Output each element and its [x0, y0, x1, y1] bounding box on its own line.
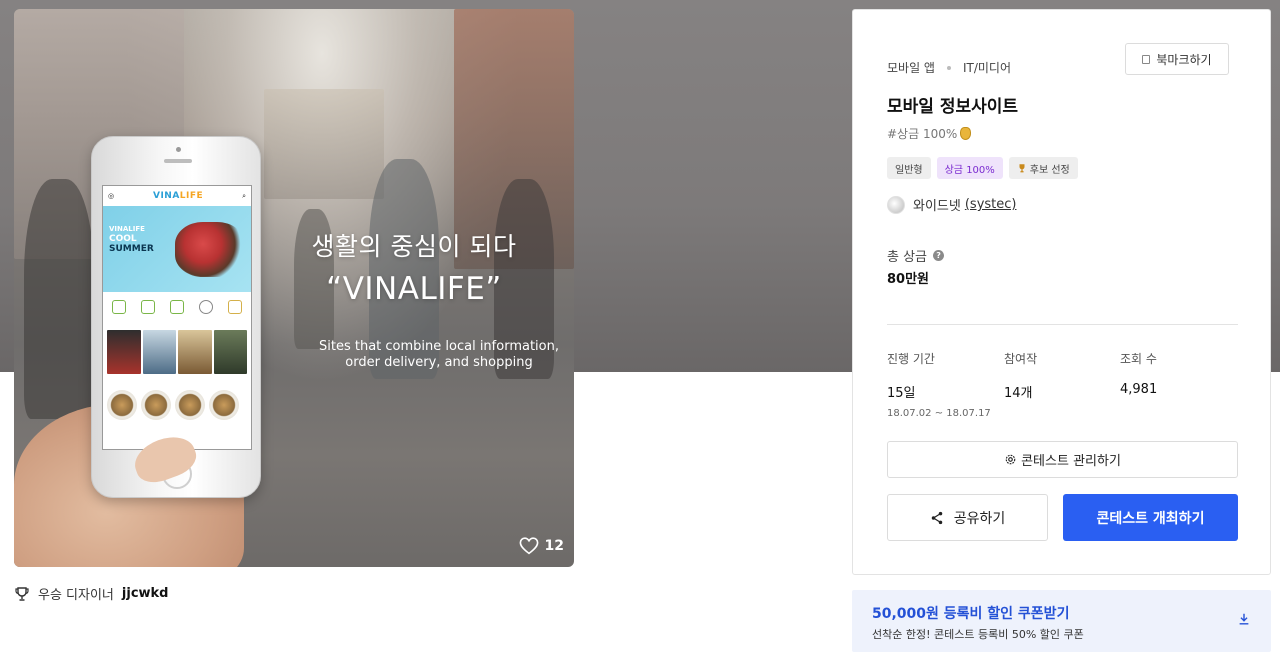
like-counter[interactable]: 12: [519, 537, 564, 555]
app-logo: VINALIFE: [153, 191, 203, 201]
phone-camera: [176, 147, 181, 152]
winner-row: 우승 디자이너 jjcwkd: [14, 584, 169, 603]
manage-contest-button[interactable]: 콘테스트 관리하기: [887, 441, 1238, 478]
divider: [887, 324, 1238, 325]
gear-icon: [1005, 454, 1016, 465]
separator-dot: [946, 65, 951, 70]
app-menu-icon: ◎: [108, 192, 115, 200]
app-category-icon: [198, 300, 213, 314]
bg-person: [24, 179, 94, 419]
share-icon: [931, 511, 942, 524]
prize-value: 80만원: [887, 272, 930, 287]
coupon-banner[interactable]: 50,000원 등록비 할인 쿠폰받기 선착순 한정! 콘테스트 등록비 50%…: [852, 590, 1271, 652]
stat-entries-label: 참여작: [1004, 352, 1038, 366]
host-contest-label: 콘테스트 개최하기: [1096, 510, 1205, 527]
tag-prize: 상금 100%: [936, 157, 1003, 179]
phone-speaker: [164, 159, 192, 163]
hashtag: #상금 100%: [887, 125, 972, 142]
contest-title: 모바일 정보사이트: [887, 97, 1019, 117]
app-poster: [142, 330, 176, 374]
tag-type: 일반형: [887, 157, 931, 179]
app-posters: [103, 330, 251, 374]
hero-caption: Sites that combine local information, or…: [319, 339, 559, 370]
app-plate: [141, 390, 171, 420]
app-search-icon: ⌕: [242, 191, 246, 200]
stat-period-value: 15일: [887, 386, 916, 401]
contest-image[interactable]: 생활의 중심이 되다 “VINALIFE” Sites that combine…: [14, 9, 574, 567]
stat-views-value: 4,981: [1120, 382, 1158, 397]
app-logo-main: VINA: [152, 191, 180, 201]
contest-tags: 일반형 상금 100% 후보 선정: [887, 157, 1078, 179]
app-section-label: [103, 316, 251, 330]
host-contest-button[interactable]: 콘테스트 개최하기: [1063, 494, 1238, 541]
stat-period: 진행 기간 15일 18.07.02 ~ 18.07.17: [887, 350, 991, 419]
share-label: 공유하기: [953, 510, 1006, 527]
bookmark-button[interactable]: 북마크하기: [1125, 43, 1229, 75]
phone-screen: ◎ VINALIFE ⌕ VINALIFE COOL SUMMER: [102, 185, 252, 450]
app-category-icon: [112, 300, 127, 314]
stat-views-label: 조회 수: [1120, 352, 1157, 366]
app-category-icon: [169, 300, 184, 314]
app-food-plates: [103, 388, 251, 422]
manage-contest-label: 콘테스트 관리하기: [1021, 454, 1121, 469]
host-name: 와이드넷: [913, 199, 961, 214]
moneybag-icon: [960, 127, 972, 140]
category-primary[interactable]: 모바일 앱: [887, 59, 935, 76]
stat-period-range: 18.07.02 ~ 18.07.17: [887, 408, 991, 419]
stat-entries-value: 14개: [1004, 386, 1033, 401]
prize-label: 총 상금: [887, 250, 928, 265]
host-id[interactable]: (systec): [965, 197, 1017, 212]
heart-icon: [519, 537, 538, 555]
prize-label-row: 총 상금 ?: [887, 246, 945, 265]
stat-views: 조회 수 4,981: [1120, 350, 1157, 397]
tag-candidate-label: 후보 선정: [1029, 164, 1070, 176]
help-icon[interactable]: ?: [933, 250, 945, 261]
winner-name[interactable]: jjcwkd: [122, 586, 169, 601]
contest-info-panel: 모바일 앱 IT/미디어 북마크하기 모바일 정보사이트 #상금 100% 일반…: [852, 9, 1271, 575]
app-category-icon: [227, 300, 242, 314]
app-category-icons: [103, 292, 251, 316]
app-section-label: [103, 374, 251, 388]
app-plate: [209, 390, 239, 420]
app-plate: [107, 390, 137, 420]
app-poster: [107, 330, 141, 374]
share-button[interactable]: 공유하기: [887, 494, 1048, 541]
app-banner: VINALIFE COOL SUMMER: [103, 206, 251, 292]
category-breadcrumb: 모바일 앱 IT/미디어: [887, 59, 1011, 76]
trophy-icon: [15, 586, 29, 601]
hero-title: 생활의 중심이 되다: [311, 232, 517, 261]
app-category-icon: [141, 300, 156, 314]
app-header: ◎ VINALIFE ⌕: [103, 186, 251, 206]
like-count: 12: [544, 538, 564, 554]
host-avatar: [887, 195, 905, 214]
host-info[interactable]: 와이드넷 (systec): [887, 195, 1016, 214]
app-poster: [213, 330, 247, 374]
stat-period-label: 진행 기간: [887, 352, 935, 366]
bookmark-label: 북마크하기: [1156, 52, 1212, 67]
winner-label: 우승 디자이너: [38, 588, 114, 603]
trophy-icon: [1019, 164, 1025, 173]
hashtag-text: #상금 100%: [887, 127, 958, 141]
tag-candidate: 후보 선정: [1008, 157, 1078, 179]
bg-building-mid: [264, 89, 384, 199]
download-icon[interactable]: [1237, 612, 1251, 626]
bookmark-icon: [1142, 54, 1151, 64]
stat-entries: 참여작 14개: [1004, 350, 1037, 401]
app-poster: [178, 330, 212, 374]
app-plate: [175, 390, 205, 420]
coupon-title: 50,000원 등록비 할인 쿠폰받기: [872, 606, 1070, 622]
hero-brand: “VINALIFE”: [326, 271, 502, 307]
category-secondary[interactable]: IT/미디어: [963, 59, 1011, 76]
app-banner-food-image: [175, 222, 245, 277]
app-logo-accent: LIFE: [179, 191, 204, 201]
coupon-subtitle: 선착순 한정! 콘테스트 등록비 50% 할인 쿠폰: [872, 628, 1084, 641]
